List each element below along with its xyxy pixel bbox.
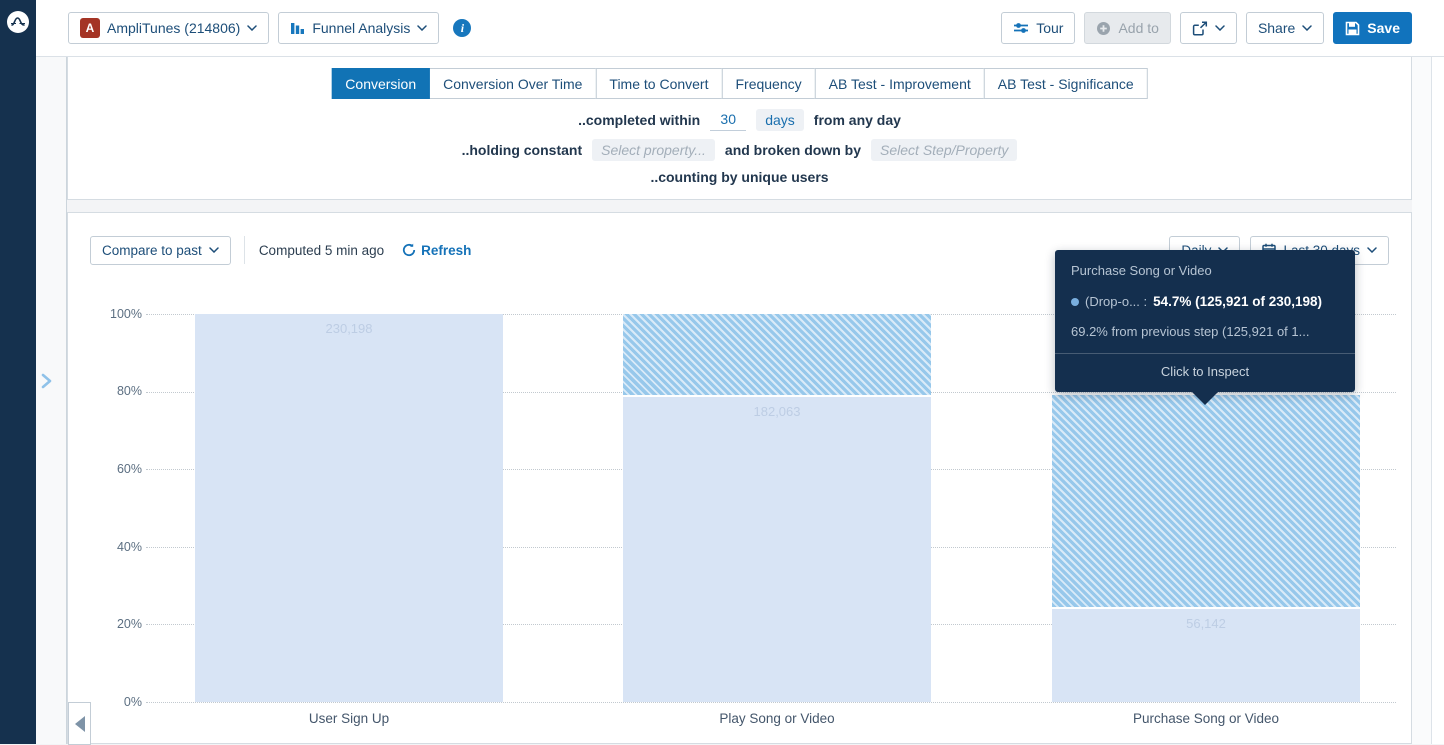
tab-frequency[interactable]: Frequency [721,68,815,99]
bar-value-label: 182,063 [623,404,931,419]
bar-value-label: 230,198 [195,321,503,336]
save-floppy-icon [1345,21,1360,36]
bar-dropoff-segment[interactable] [623,314,931,395]
y-axis-tick: 100% [90,307,142,321]
sliders-icon [1013,21,1029,35]
chevron-down-icon [247,25,257,31]
funnel-chart-icon [290,21,305,36]
series-bullet-icon [1071,298,1079,306]
query-panel: Conversion Conversion Over Time Time to … [67,57,1412,200]
y-axis-tick: 80% [90,384,142,398]
tab-ab-test-significance[interactable]: AB Test - Significance [984,68,1148,99]
right-gutter-border [1431,57,1432,744]
window-unit-selector[interactable]: days [756,109,804,131]
triangle-left-icon [75,716,85,732]
y-axis-tick: 0% [90,695,142,709]
save-button[interactable]: Save [1333,12,1412,44]
funnel-bar-play-song-or-video: 182,063 Play Song or Video [623,314,931,702]
counting-by-label[interactable]: ..counting by unique users [650,169,828,185]
compare-to-past-button[interactable]: Compare to past [90,236,231,265]
tab-time-to-convert[interactable]: Time to Convert [595,68,722,99]
chevron-down-icon [1367,247,1377,253]
funnel-page-left-button[interactable] [68,702,91,745]
y-axis-tick: 40% [90,540,142,554]
amplitude-logo-icon[interactable] [7,11,29,33]
bar-converted-segment[interactable]: 230,198 [195,314,503,702]
refresh-icon [402,243,416,257]
project-selector[interactable]: A AmpliTunes (214806) [68,12,269,44]
plus-circle-icon [1096,21,1111,36]
completed-within-label: ..completed within [578,112,700,128]
tooltip-click-to-inspect[interactable]: Click to Inspect [1055,354,1355,392]
tooltip-value: 54.7% (125,921 of 230,198) [1153,294,1322,309]
share-button[interactable]: Share [1246,12,1324,44]
x-axis-label: User Sign Up [195,711,503,726]
broken-down-by-label: and broken down by [725,142,861,158]
chevron-down-icon [209,247,219,253]
bar-converted-segment[interactable]: 182,063 [623,397,931,702]
refresh-button[interactable]: Refresh [402,243,471,258]
tab-conversion-over-time[interactable]: Conversion Over Time [429,68,596,99]
share-label: Share [1258,20,1295,36]
holding-constant-row: ..holding constant Select property... an… [68,139,1411,161]
x-axis-label: Purchase Song or Video [1052,711,1360,726]
bar-value-label: 56,142 [1052,616,1360,631]
computed-timestamp: Computed 5 min ago [259,243,384,258]
app-window: A AmpliTunes (214806) Funnel Analysis i … [0,0,1444,744]
gridline [146,702,1396,703]
holding-constant-property-select[interactable]: Select property... [592,139,715,161]
export-button[interactable] [1180,12,1237,44]
chart-type-selector[interactable]: Funnel Analysis [278,12,439,44]
tooltip-main-row: (Drop-o... : 54.7% (125,921 of 230,198) [1055,278,1355,309]
completed-within-row: ..completed within 30 days from any day [68,108,1411,131]
counting-by-row: ..counting by unique users [68,169,1411,185]
view-tabs: Conversion Conversion Over Time Time to … [331,68,1147,99]
chevron-down-icon [417,25,427,31]
tab-conversion[interactable]: Conversion [331,68,430,99]
divider [244,236,245,264]
add-to-button[interactable]: Add to [1084,12,1170,44]
chevron-down-icon [1215,25,1225,31]
refresh-label: Refresh [421,243,471,258]
tab-ab-test-improvement[interactable]: AB Test - Improvement [815,68,985,99]
from-any-day-label: from any day [814,112,901,128]
left-nav-rail [0,0,36,744]
breakdown-step-property-select[interactable]: Select Step/Property [871,139,1017,161]
save-label: Save [1367,20,1400,36]
bar-dropoff-segment[interactable] [1052,395,1360,607]
top-toolbar: A AmpliTunes (214806) Funnel Analysis i … [36,0,1444,57]
y-axis-tick: 20% [90,617,142,631]
x-axis-label: Play Song or Video [623,711,931,726]
bar-converted-segment[interactable]: 56,142 [1052,609,1360,702]
chevron-down-icon [1302,25,1312,31]
expand-panel-chevron-icon[interactable] [41,373,57,391]
chart-type-label: Funnel Analysis [312,20,410,36]
right-gutter [1412,57,1444,744]
tooltip-secondary-row: 69.2% from previous step (125,921 of 1..… [1055,309,1355,339]
add-to-label: Add to [1118,20,1158,36]
y-axis-tick: 60% [90,462,142,476]
bar-hover-tooltip: Purchase Song or Video (Drop-o... : 54.7… [1055,250,1355,392]
compare-to-past-label: Compare to past [102,243,202,258]
tooltip-series-label: (Drop-o... : [1085,294,1147,309]
toolbar-actions: Tour Add to Share Save [1001,12,1412,44]
window-days-input[interactable]: 30 [710,108,746,131]
tour-button[interactable]: Tour [1001,12,1075,44]
funnel-bar-user-sign-up: 230,198 User Sign Up [195,314,503,702]
project-label: AmpliTunes (214806) [107,20,240,36]
info-icon[interactable]: i [453,19,471,37]
holding-constant-label: ..holding constant [462,142,583,158]
project-badge: A [80,18,100,38]
tour-label: Tour [1036,20,1063,36]
export-icon [1192,21,1208,36]
tooltip-step-title: Purchase Song or Video [1055,250,1355,278]
collapsed-query-panel [36,57,67,744]
right-gutter-panel [1432,57,1444,744]
